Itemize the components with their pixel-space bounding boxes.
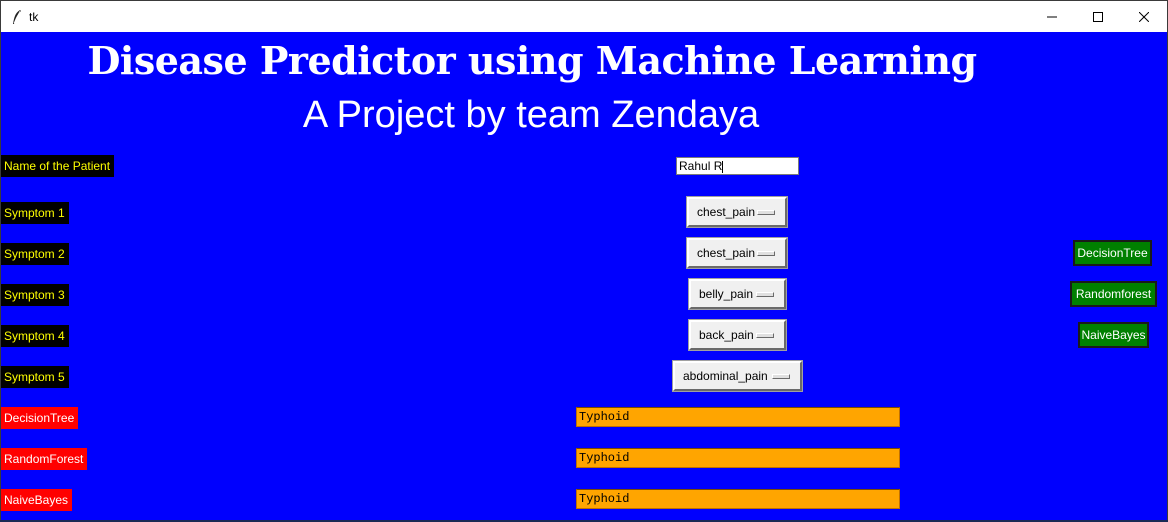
symptom-5-value: abdominal_pain [683, 369, 768, 383]
symptom-4-select[interactable]: back_pain [688, 319, 787, 351]
page-subtitle: A Project by team Zendaya [302, 94, 760, 136]
symptom-3-label: Symptom 3 [1, 284, 69, 306]
dropdown-indicator-icon [756, 292, 774, 297]
window-controls [1029, 1, 1167, 32]
symptom-4-value: back_pain [699, 328, 754, 342]
dropdown-indicator-icon [772, 374, 790, 379]
text-cursor [722, 160, 724, 173]
randomforest-result-label: RandomForest [1, 448, 88, 470]
randomforest-result-field: Typhoid [576, 448, 900, 468]
symptom-5-select[interactable]: abdominal_pain [672, 360, 803, 392]
close-button[interactable] [1121, 1, 1167, 32]
patient-name-value: Rahul R [679, 159, 723, 173]
symptom-1-select[interactable]: chest_pain [686, 196, 788, 228]
title-bar[interactable]: tk [1, 1, 1167, 32]
decisiontree-button[interactable]: DecisionTree [1073, 240, 1152, 266]
dropdown-indicator-icon [756, 333, 774, 338]
dropdown-indicator-icon [757, 210, 775, 215]
symptom-3-select[interactable]: belly_pain [688, 278, 787, 310]
patient-name-label: Name of the Patient [1, 155, 115, 177]
window-title: tk [29, 9, 39, 24]
symptom-1-label: Symptom 1 [1, 202, 69, 224]
main-content: Disease Predictor using Machine Learning… [1, 32, 1167, 521]
app-window: tk Disease Predictor using Machine Learn… [0, 0, 1168, 522]
decisiontree-result-field: Typhoid [576, 407, 900, 427]
feather-icon [11, 9, 23, 25]
naivebayes-button[interactable]: NaiveBayes [1078, 322, 1149, 348]
close-icon [1139, 11, 1149, 22]
patient-name-input[interactable]: Rahul R [676, 157, 799, 175]
minimize-icon [1047, 16, 1057, 17]
symptom-2-label: Symptom 2 [1, 243, 69, 265]
symptom-2-value: chest_pain [697, 246, 756, 260]
dropdown-indicator-icon [757, 251, 775, 256]
naivebayes-result-label: NaiveBayes [1, 489, 73, 511]
minimize-button[interactable] [1029, 1, 1075, 32]
symptom-5-label: Symptom 5 [1, 366, 69, 388]
maximize-icon [1093, 11, 1103, 22]
decisiontree-result-label: DecisionTree [1, 407, 79, 429]
maximize-button[interactable] [1075, 1, 1121, 32]
symptom-1-value: chest_pain [697, 205, 756, 219]
symptom-3-value: belly_pain [699, 287, 754, 301]
symptom-2-select[interactable]: chest_pain [686, 237, 788, 269]
page-title: Disease Predictor using Machine Learning [87, 38, 977, 83]
randomforest-button[interactable]: Randomforest [1070, 281, 1157, 307]
naivebayes-result-field: Typhoid [576, 489, 900, 509]
symptom-4-label: Symptom 4 [1, 325, 69, 347]
